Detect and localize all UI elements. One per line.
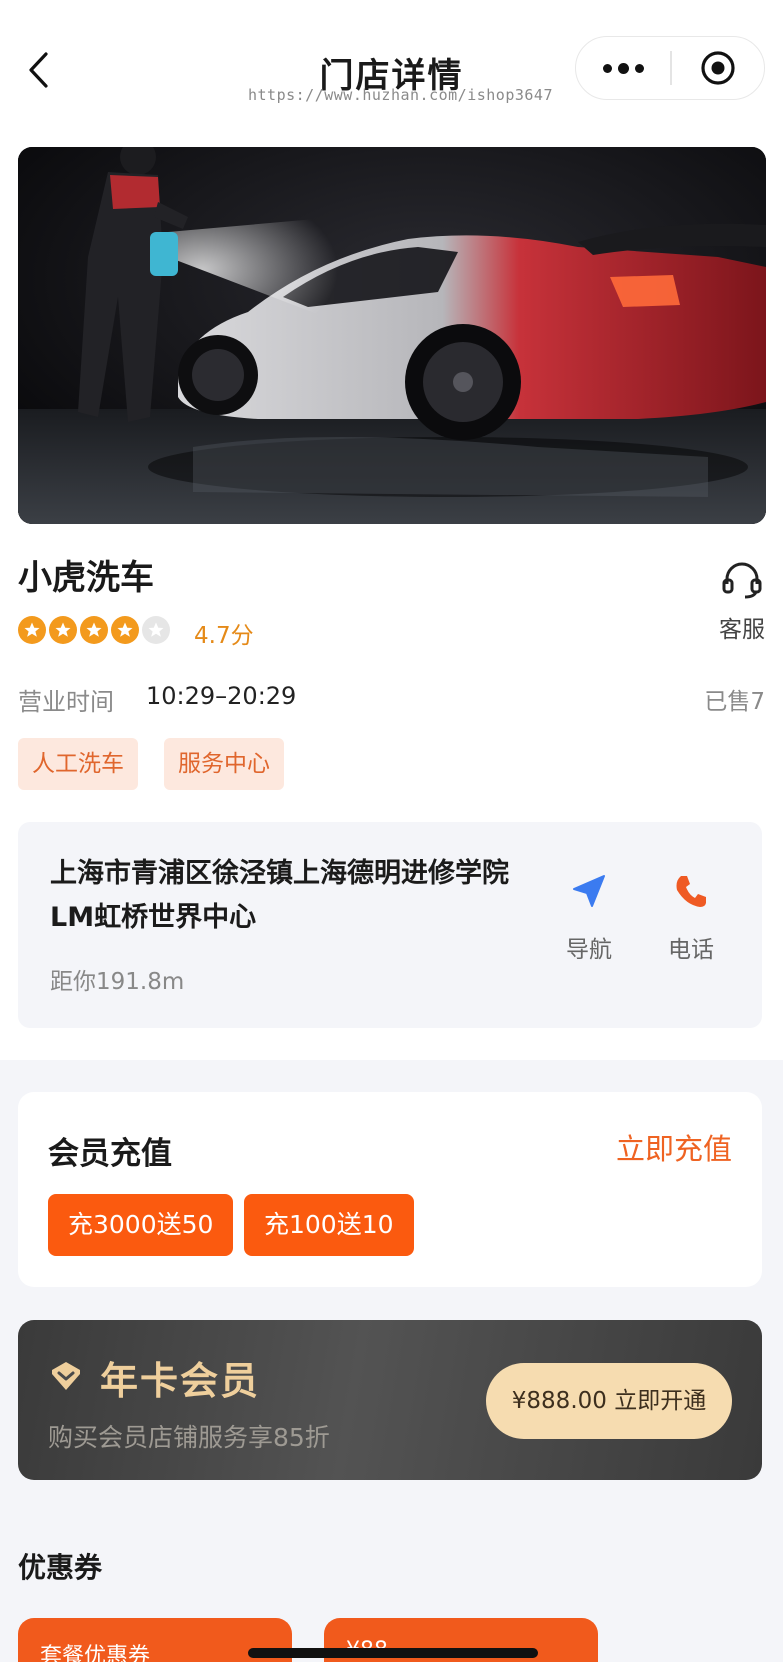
nav-bar: 门店详情 https://www.huzhan.com/ishop3647 [0, 30, 783, 110]
more-button[interactable] [576, 37, 670, 99]
store-hero-image [18, 147, 766, 524]
hours-value: 10:29–20:29 [146, 682, 297, 710]
rating-stars [18, 616, 170, 644]
recharge-option[interactable]: 充3000送50 [48, 1194, 234, 1256]
more-dots-icon [602, 63, 612, 73]
phone-icon [676, 876, 706, 907]
phone-label: 电话 [668, 937, 714, 963]
vip-description: 购买会员店铺服务享85折 [48, 1423, 330, 1452]
store-tag: 服务中心 [164, 738, 284, 790]
store-address[interactable]: 上海市青浦区徐泾镇上海德明进修学院LM虹桥世界中心 [50, 852, 520, 940]
coupons-title: 优惠券 [18, 1551, 103, 1584]
navigate-label: 导航 [566, 937, 612, 963]
recharge-now-link[interactable]: 立即充值 [616, 1126, 732, 1168]
rating-score: 4.7分 [194, 623, 254, 649]
vip-title: 年卡会员 [100, 1359, 261, 1403]
recharge-option[interactable]: 充100送10 [244, 1194, 414, 1256]
sold-count: 已售7 [704, 689, 765, 715]
annual-vip-card: 年卡会员 购买会员店铺服务享85折 ¥888.00 立即开通 [18, 1320, 762, 1480]
target-circle-icon [701, 51, 735, 85]
hours-label: 营业时间 [18, 688, 114, 716]
navigation-arrow-icon [573, 875, 605, 907]
star-icon [80, 616, 108, 644]
address-card: 上海市青浦区徐泾镇上海德明进修学院LM虹桥世界中心 距你191.8m 导航 电话 [18, 822, 762, 1028]
coupon-label: 套餐优惠券 [40, 1644, 151, 1662]
customer-service-label: 客服 [719, 617, 765, 643]
member-recharge-card: 会员充值 立即充值 充3000送50 充100送10 [18, 1092, 762, 1287]
mini-program-capsule [575, 36, 765, 100]
headset-icon [722, 562, 762, 599]
star-icon [49, 616, 77, 644]
star-empty-icon [142, 616, 170, 644]
customer-service-button[interactable]: 客服 [712, 560, 772, 650]
distance-text: 距你191.8m [50, 969, 185, 995]
navigate-button[interactable]: 导航 [554, 872, 624, 964]
diamond-badge-icon [52, 1362, 80, 1390]
watermark-text: https://www.huzhan.com/ishop3647 [248, 86, 553, 104]
close-button[interactable] [672, 37, 765, 99]
star-icon [18, 616, 46, 644]
store-name: 小虎洗车 [18, 558, 154, 598]
star-icon [111, 616, 139, 644]
car-wash-illustration [18, 147, 766, 524]
home-indicator [248, 1648, 538, 1658]
vip-purchase-button[interactable]: ¥888.00 立即开通 [486, 1363, 732, 1439]
store-tag: 人工洗车 [18, 738, 138, 790]
phone-button[interactable]: 电话 [656, 872, 726, 964]
member-recharge-title: 会员充值 [48, 1136, 172, 1172]
